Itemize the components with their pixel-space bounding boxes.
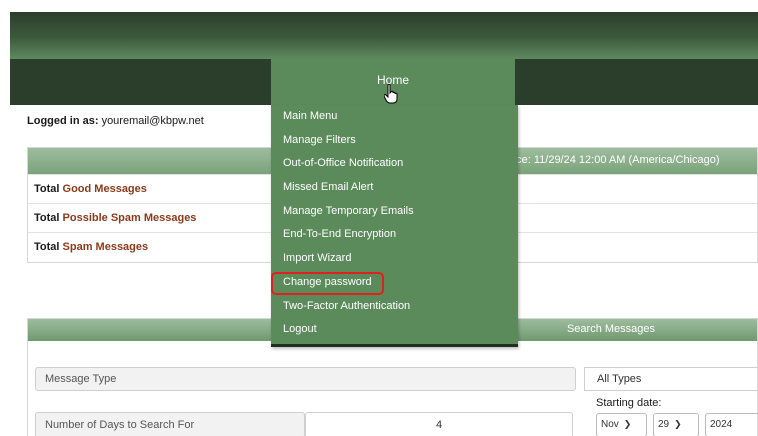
change-password-highlight [271, 272, 384, 295]
logged-in-label: Logged in as: [27, 115, 99, 127]
starting-date-label: Starting date: [596, 397, 662, 409]
spam-messages-link[interactable]: Spam Messages [63, 241, 149, 253]
menu-item-two-factor[interactable]: Two-Factor Authentication [271, 295, 518, 319]
menu-item-logout[interactable]: Logout [271, 318, 518, 342]
day-select[interactable]: 29 ❯ [653, 413, 699, 436]
days-search-input[interactable]: 4 [305, 412, 573, 436]
chevron-down-icon: ❯ [623, 419, 632, 429]
hand-pointer-icon [384, 84, 398, 104]
month-value: Nov [601, 419, 619, 430]
possible-spam-link[interactable]: Possible Spam Messages [63, 212, 197, 224]
summary-row-prefix: Total [34, 212, 60, 224]
summary-since-text: nce: 11/29/24 12:00 AM (America/Chicago) [510, 154, 720, 166]
good-messages-link[interactable]: Good Messages [63, 183, 147, 195]
logged-in-info: Logged in as: youremail@kbpw.net [27, 115, 204, 127]
home-dropdown-menu: Main Menu Manage Filters Out-of-Office N… [271, 105, 518, 347]
message-type-select[interactable]: All Types [584, 367, 758, 391]
day-value: 29 [658, 419, 670, 430]
year-select[interactable]: 2024 [705, 413, 758, 436]
year-value: 2024 [710, 419, 733, 430]
user-email: youremail@kbpw.net [101, 115, 204, 127]
menu-item-temporary-emails[interactable]: Manage Temporary Emails [271, 200, 518, 224]
summary-row-prefix: Total [34, 241, 60, 253]
menu-item-import-wizard[interactable]: Import Wizard [271, 247, 518, 271]
menu-item-out-of-office[interactable]: Out-of-Office Notification [271, 152, 518, 176]
month-select[interactable]: Nov ❯ [596, 413, 647, 436]
message-type-label: Message Type [35, 367, 576, 391]
days-search-label: Number of Days to Search For [35, 412, 305, 436]
menu-item-manage-filters[interactable]: Manage Filters [271, 129, 518, 153]
menu-item-missed-email-alert[interactable]: Missed Email Alert [271, 176, 518, 200]
menu-item-main-menu[interactable]: Main Menu [271, 105, 518, 129]
menu-item-encryption[interactable]: End-To-End Encryption [271, 223, 518, 247]
top-banner [10, 12, 758, 59]
summary-row-prefix: Total [34, 183, 60, 195]
chevron-down-icon: ❯ [674, 419, 682, 429]
